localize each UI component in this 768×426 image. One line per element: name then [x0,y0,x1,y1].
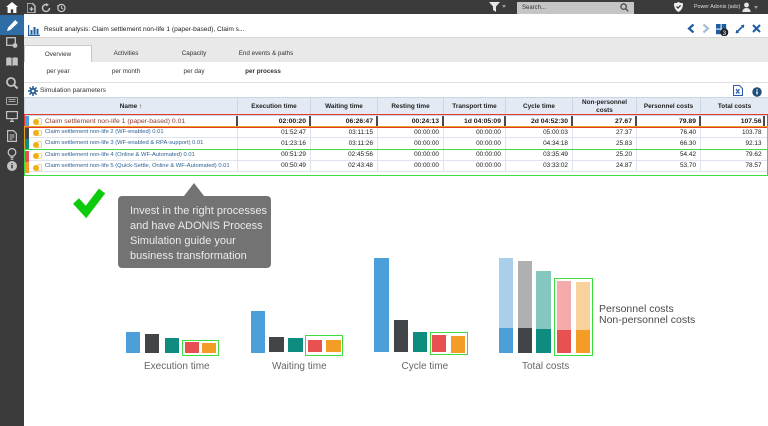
svg-text:3: 3 [722,30,726,36]
